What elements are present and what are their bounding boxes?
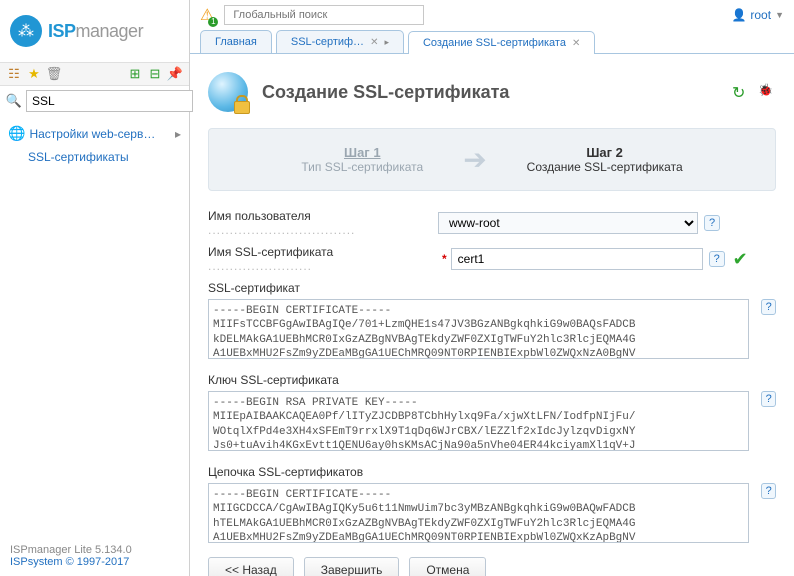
tab-label: SSL-сертиф… bbox=[291, 36, 364, 48]
global-search-input[interactable] bbox=[224, 5, 424, 25]
tab-label: Главная bbox=[215, 36, 257, 48]
certname-input[interactable] bbox=[451, 248, 703, 270]
certname-label: Имя SSL-сертификата bbox=[208, 245, 333, 259]
tab-main[interactable]: Главная bbox=[200, 30, 272, 53]
chevron-down-icon: ▼ bbox=[775, 10, 784, 20]
logo-suffix: manager bbox=[76, 21, 144, 41]
remove-icon[interactable]: ⊟ bbox=[147, 66, 163, 82]
logo: ISPmanager bbox=[0, 0, 189, 62]
key-textarea[interactable]: -----BEGIN RSA PRIVATE KEY----- MIIEpAIB… bbox=[208, 391, 749, 451]
step-2: Шаг 2 Создание SSL-сертификата bbox=[527, 145, 683, 174]
page-title: Создание SSL-сертификата bbox=[262, 82, 509, 103]
back-button[interactable]: << Назад bbox=[208, 557, 294, 576]
step-subtitle: Создание SSL-сертификата bbox=[527, 160, 683, 174]
chevron-right-icon: ▸ bbox=[175, 127, 181, 141]
refresh-icon[interactable]: ↻ bbox=[732, 83, 750, 101]
username-label: Имя пользователя bbox=[208, 209, 311, 223]
globe-lock-icon bbox=[208, 72, 248, 112]
user-menu[interactable]: 👤 root ▼ bbox=[731, 8, 784, 22]
warning-icon[interactable]: ⚠1 bbox=[200, 5, 214, 25]
nav-group-label: Настройки web-серв… bbox=[29, 127, 155, 141]
logo-icon bbox=[10, 15, 42, 47]
close-icon[interactable]: ✕ bbox=[572, 38, 580, 49]
chain-label: Цепочка SSL-сертификатов bbox=[208, 465, 776, 479]
required-marker: * bbox=[442, 252, 447, 266]
star-icon[interactable]: ★ bbox=[26, 66, 42, 82]
warning-count: 1 bbox=[208, 17, 218, 27]
tab-ssl-create[interactable]: Создание SSL-сертификата ✕ bbox=[408, 31, 595, 54]
nav-group-webserver[interactable]: 🌐 Настройки web-серв… ▸ bbox=[8, 122, 181, 145]
ladybug-icon[interactable]: 🐞 bbox=[758, 83, 776, 101]
step-1[interactable]: Шаг 1 Тип SSL-сертификата bbox=[301, 145, 423, 174]
tab-ssl-list[interactable]: SSL-сертиф… ✕ ▸ bbox=[276, 30, 404, 53]
sidebar-toolbar: ☷ ★ 🗑 ⊞ ⊟ 📌 bbox=[0, 62, 189, 86]
cancel-button[interactable]: Отмена bbox=[409, 557, 486, 576]
logo-brand: ISP bbox=[48, 21, 76, 41]
hint-icon[interactable]: ? bbox=[709, 251, 725, 267]
pin-icon[interactable]: 📌 bbox=[167, 66, 183, 82]
sidebar-footer: ISPmanager Lite 5.134.0 ISPsystem © 1997… bbox=[0, 536, 189, 576]
close-icon[interactable]: ✕ bbox=[370, 37, 378, 48]
hint-icon[interactable]: ? bbox=[704, 215, 720, 231]
cert-textarea[interactable]: -----BEGIN CERTIFICATE----- MIIFsTCCBFGg… bbox=[208, 299, 749, 359]
hint-icon[interactable]: ? bbox=[761, 299, 776, 315]
finish-button[interactable]: Завершить bbox=[304, 557, 400, 576]
valid-check-icon: ✔ bbox=[733, 249, 748, 270]
key-label: Ключ SSL-сертификата bbox=[208, 373, 776, 387]
cert-label: SSL-сертификат bbox=[208, 281, 776, 295]
chevron-right-icon: ▸ bbox=[384, 37, 389, 48]
search-icon: 🔍 bbox=[6, 93, 22, 109]
user-name: root bbox=[750, 8, 771, 22]
hint-icon[interactable]: ? bbox=[761, 483, 776, 499]
add-icon[interactable]: ⊞ bbox=[127, 66, 143, 82]
tab-bar: Главная SSL-сертиф… ✕ ▸ Создание SSL-серти… bbox=[190, 30, 794, 54]
tab-label: Создание SSL-сертификата bbox=[423, 37, 566, 49]
step-title: Шаг 2 bbox=[527, 145, 683, 160]
step-indicator: Шаг 1 Тип SSL-сертификата ➔ Шаг 2 Создан… bbox=[208, 128, 776, 191]
tree-icon[interactable]: ☷ bbox=[6, 66, 22, 82]
copyright-link[interactable]: ISPsystem © 1997-2017 bbox=[10, 556, 129, 568]
sidebar-search-input[interactable] bbox=[26, 90, 193, 112]
arrow-right-icon: ➔ bbox=[463, 143, 486, 176]
chain-textarea[interactable]: -----BEGIN CERTIFICATE----- MIIGCDCCA/Cg… bbox=[208, 483, 749, 543]
username-select[interactable]: www-root bbox=[438, 212, 698, 234]
nav-item-ssl-certs[interactable]: SSL-сертификаты bbox=[8, 145, 181, 169]
user-icon: 👤 bbox=[731, 8, 746, 22]
step-title: Шаг 1 bbox=[301, 145, 423, 160]
globe-icon: 🌐 bbox=[8, 125, 25, 142]
product-version: ISPmanager Lite 5.134.0 bbox=[10, 544, 179, 556]
step-subtitle: Тип SSL-сертификата bbox=[301, 160, 423, 174]
hint-icon[interactable]: ? bbox=[761, 391, 776, 407]
trash-icon[interactable]: 🗑 bbox=[46, 66, 62, 82]
